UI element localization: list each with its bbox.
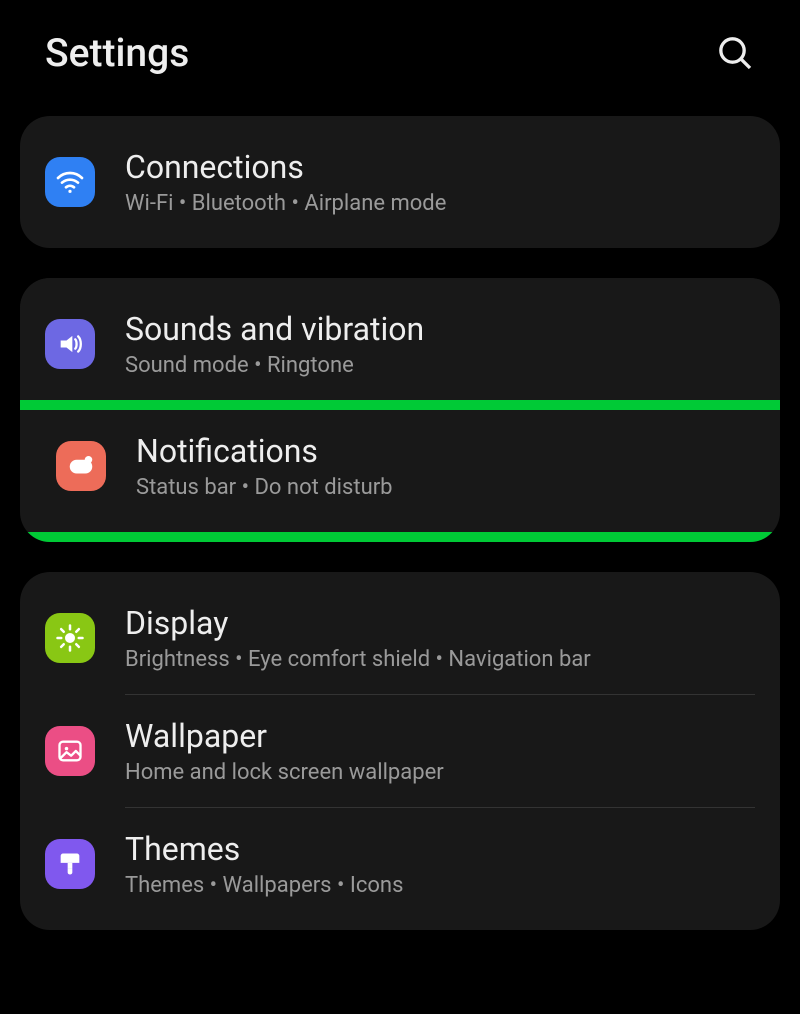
- notification-icon: [56, 441, 106, 491]
- row-title: Sounds and vibration: [125, 310, 424, 348]
- row-title: Display: [125, 604, 591, 642]
- settings-row-themes[interactable]: Themes Themes • Wallpapers • Icons: [20, 808, 780, 920]
- row-text: Themes Themes • Wallpapers • Icons: [125, 830, 403, 898]
- settings-group-display: Display Brightness • Eye comfort shield …: [20, 572, 780, 930]
- row-text: Display Brightness • Eye comfort shield …: [125, 604, 591, 672]
- page-title: Settings: [45, 30, 189, 76]
- row-title: Themes: [125, 830, 403, 868]
- brightness-icon: [45, 613, 95, 663]
- sound-icon: [45, 319, 95, 369]
- app-header: Settings: [0, 0, 800, 116]
- row-text: Wallpaper Home and lock screen wallpaper: [125, 717, 444, 785]
- row-title: Connections: [125, 148, 446, 186]
- settings-group-sounds-notifications: Sounds and vibration Sound mode • Ringto…: [20, 278, 780, 542]
- wifi-icon: [45, 157, 95, 207]
- settings-row-display[interactable]: Display Brightness • Eye comfort shield …: [20, 582, 780, 694]
- row-text: Notifications Status bar • Do not distur…: [136, 432, 393, 500]
- row-subtitle: Sound mode • Ringtone: [125, 353, 424, 378]
- row-subtitle: Brightness • Eye comfort shield • Naviga…: [125, 647, 591, 672]
- brush-icon: [45, 839, 95, 889]
- highlight-box: Notifications Status bar • Do not distur…: [20, 400, 780, 542]
- row-text: Connections Wi-Fi • Bluetooth • Airplane…: [125, 148, 446, 216]
- settings-group-connections: Connections Wi-Fi • Bluetooth • Airplane…: [20, 116, 780, 248]
- settings-row-connections[interactable]: Connections Wi-Fi • Bluetooth • Airplane…: [20, 126, 780, 238]
- settings-row-sounds[interactable]: Sounds and vibration Sound mode • Ringto…: [20, 288, 780, 400]
- settings-row-notifications[interactable]: Notifications Status bar • Do not distur…: [31, 410, 769, 522]
- search-icon[interactable]: [715, 33, 755, 73]
- row-text: Sounds and vibration Sound mode • Ringto…: [125, 310, 424, 378]
- row-title: Wallpaper: [125, 717, 444, 755]
- row-subtitle: Wi-Fi • Bluetooth • Airplane mode: [125, 191, 446, 216]
- row-title: Notifications: [136, 432, 393, 470]
- row-subtitle: Themes • Wallpapers • Icons: [125, 873, 403, 898]
- settings-row-wallpaper[interactable]: Wallpaper Home and lock screen wallpaper: [20, 695, 780, 807]
- image-icon: [45, 726, 95, 776]
- row-subtitle: Home and lock screen wallpaper: [125, 760, 444, 785]
- row-subtitle: Status bar • Do not disturb: [136, 475, 393, 500]
